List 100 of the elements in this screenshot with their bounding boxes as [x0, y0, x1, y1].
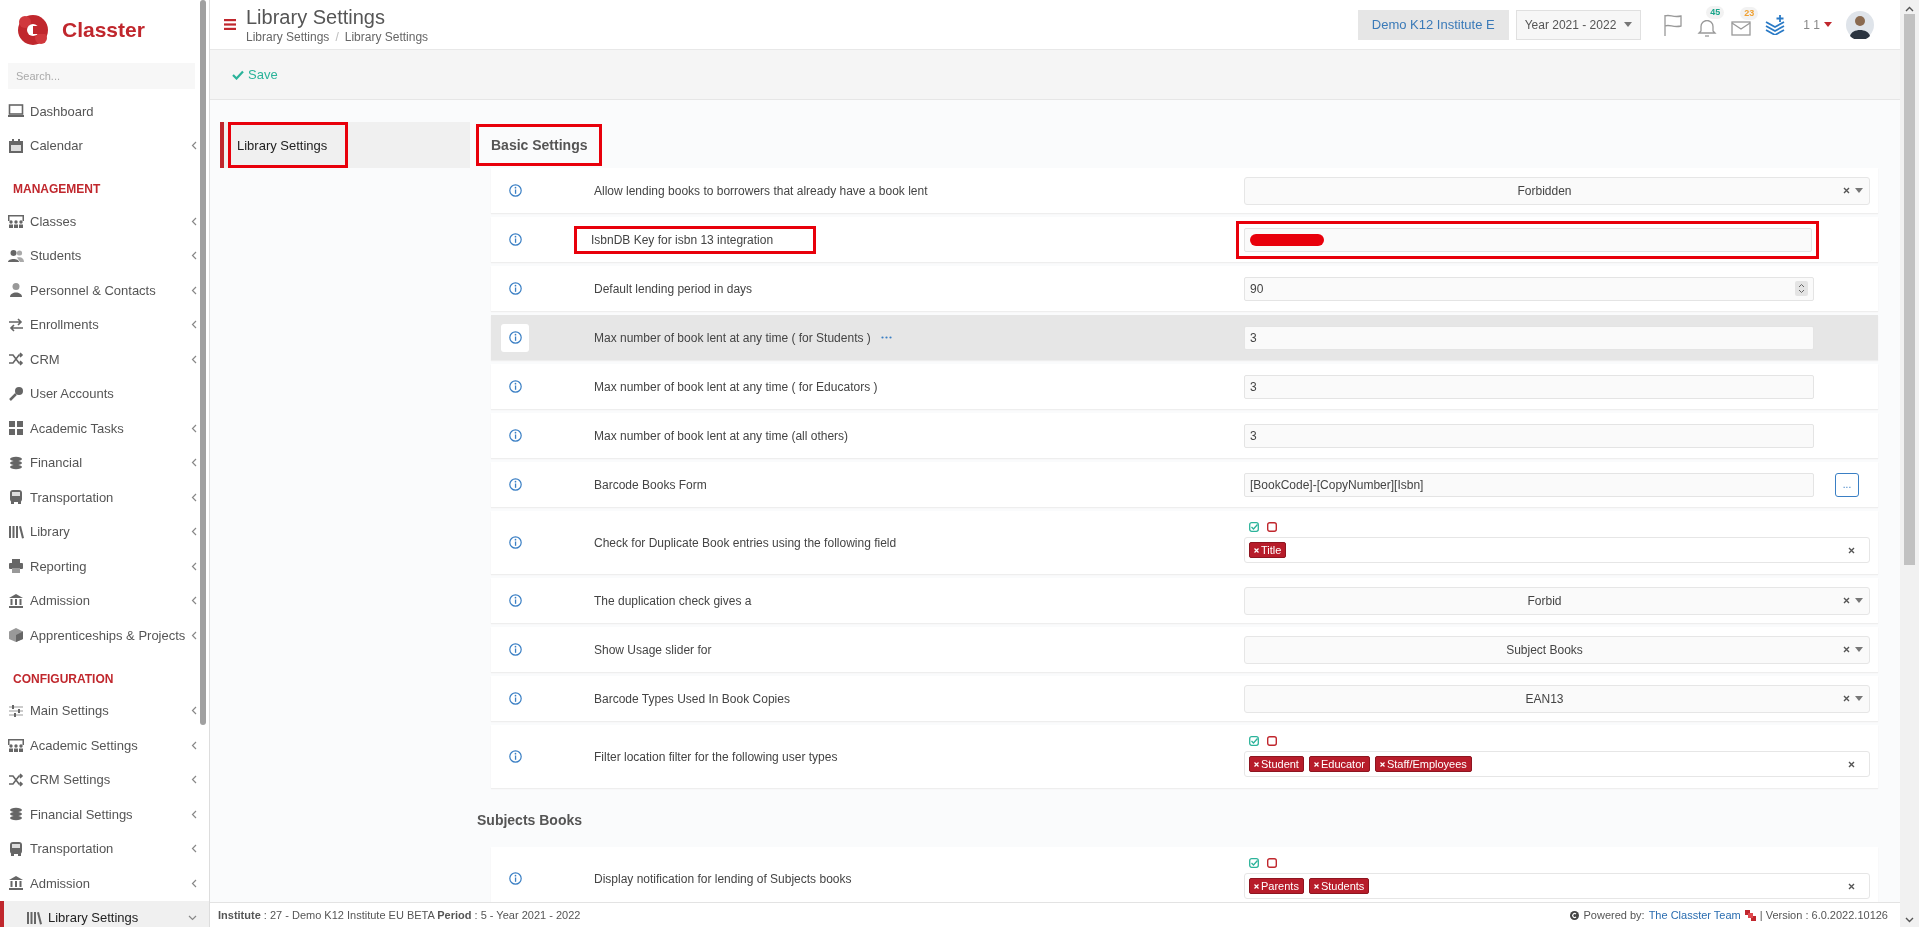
user-menu[interactable]: 1 1 — [1803, 17, 1832, 32]
checked-box-icon[interactable] — [1249, 858, 1259, 868]
chevron-left-icon — [191, 706, 197, 716]
tag-chip[interactable]: Student — [1249, 756, 1304, 772]
breadcrumb-separator: / — [335, 30, 339, 44]
info-icon — [508, 282, 522, 295]
menu-item[interactable]: Financial — [0, 445, 209, 480]
menu-item[interactable]: Dashboard — [0, 94, 209, 129]
menu-item[interactable]: Transportation — [0, 480, 209, 515]
menu-item[interactable]: Admission — [0, 583, 209, 618]
envelope-icon[interactable] — [1731, 21, 1752, 36]
avatar-icon[interactable] — [1846, 10, 1874, 39]
menu-item[interactable]: CRM Settings — [0, 762, 209, 797]
breadcrumb-link[interactable]: Library Settings — [246, 30, 330, 44]
remove-icon — [1313, 761, 1319, 767]
tag-chip[interactable]: Staff/Employees — [1374, 756, 1472, 772]
menu-item[interactable]: Library — [0, 514, 209, 549]
menu-item[interactable]: Main Settings — [0, 693, 209, 728]
caret-down-icon — [1855, 598, 1863, 603]
menu-item[interactable]: Library Settings — [0, 900, 209, 927]
clear-icon[interactable] — [1848, 882, 1855, 890]
menu-item[interactable]: Transportation — [0, 831, 209, 866]
arrows-icon — [8, 316, 24, 333]
section-heading: CONFIGURATION — [12, 670, 115, 688]
institute-button[interactable]: Demo K12 Institute E — [1357, 9, 1509, 40]
dropdown[interactable]: EAN13 — [1244, 684, 1870, 713]
chevron-left-icon — [191, 320, 197, 330]
scroll-down-icon[interactable] — [1905, 917, 1914, 923]
clear-icon[interactable] — [1843, 187, 1850, 194]
dropdown[interactable]: Subject Books — [1244, 635, 1870, 664]
clear-icon[interactable] — [1843, 695, 1850, 702]
input-field[interactable]: [BookCode]-[CopyNumber][Isbn] — [1244, 472, 1814, 497]
menu-item[interactable]: Apprenticeships & Projects — [0, 618, 209, 653]
clear-icon[interactable] — [1843, 646, 1850, 653]
input-field[interactable]: 3 — [1244, 374, 1814, 399]
clear-icon[interactable] — [1848, 760, 1855, 768]
setting-label: Max number of book lent at any time (all others) — [594, 428, 849, 443]
empty-box-icon[interactable] — [1267, 736, 1277, 746]
scrollbar-thumb[interactable] — [1904, 14, 1915, 565]
menu-icon[interactable] — [224, 19, 236, 30]
dropdown[interactable]: Forbid — [1244, 586, 1870, 615]
empty-box-icon[interactable] — [1267, 522, 1277, 532]
input-field[interactable]: 3 — [1244, 423, 1814, 448]
empty-box-icon[interactable] — [1267, 858, 1277, 868]
menu-item[interactable]: Personnel & Contacts — [0, 273, 209, 308]
section-heading: MANAGEMENT — [12, 181, 102, 198]
info-icon — [508, 536, 522, 549]
checked-box-icon[interactable] — [1249, 736, 1259, 746]
year-dropdown[interactable]: Year 2021 - 2022 — [1515, 9, 1642, 40]
tag-chip[interactable]: Parents — [1249, 878, 1304, 894]
tag-field[interactable]: Student Educator Staff/Employees — [1244, 751, 1870, 777]
input-field[interactable]: 3 — [1244, 325, 1814, 350]
spinner-icon[interactable] — [1795, 281, 1808, 296]
scrollbar-thumb[interactable] — [200, 0, 206, 725]
menu-item[interactable]: User Accounts — [0, 376, 209, 411]
chevron-down-icon — [188, 914, 197, 921]
info-button[interactable] — [501, 323, 529, 352]
tag-chip[interactable]: Students — [1308, 878, 1370, 894]
setting-label: Allow lending books to borrowers that already have a book lent — [594, 183, 928, 198]
menu-item[interactable]: Enrollments — [0, 307, 209, 342]
flag-icon[interactable] — [1663, 13, 1684, 36]
tag-chip[interactable]: Educator — [1308, 756, 1370, 772]
tag-field[interactable]: Parents Students — [1244, 873, 1870, 899]
info-icon — [508, 331, 522, 344]
info-icon — [508, 872, 522, 885]
menu-item[interactable]: Academic Settings — [0, 728, 209, 763]
logo-icon — [1744, 909, 1756, 921]
layers-plus-icon[interactable] — [1765, 14, 1786, 35]
input-field[interactable] — [1244, 227, 1812, 252]
footer-info: Institute : 27 - Demo K12 Institute EU BETA Period : 5 - Year 2021 - 2022 — [218, 909, 581, 921]
setting-label: Default lending period in days — [594, 281, 753, 296]
tab-label: Library Settings — [237, 137, 328, 153]
person-icon — [8, 282, 24, 299]
menu-item[interactable]: Financial Settings — [0, 797, 209, 832]
menu-item[interactable]: Calendar — [0, 128, 209, 163]
team-link[interactable]: The Classter Team — [1648, 909, 1741, 921]
settings-tab[interactable]: Library Settings — [220, 122, 470, 168]
clear-icon[interactable] — [1843, 597, 1850, 604]
menu-item[interactable]: Admission — [0, 866, 209, 901]
info-icon — [508, 429, 522, 442]
bell-icon[interactable] — [1697, 20, 1718, 37]
clear-icon[interactable] — [1848, 546, 1855, 554]
menu-item[interactable]: Reporting — [0, 549, 209, 584]
tag-field[interactable]: Title — [1244, 537, 1870, 563]
breadcrumb-link[interactable]: Library Settings — [344, 30, 429, 44]
tag-chip[interactable]: Title — [1249, 542, 1287, 558]
menu-item[interactable]: Classes — [0, 204, 209, 239]
browse-button[interactable]: ... — [1835, 472, 1859, 497]
menu-item[interactable]: CRM — [0, 342, 209, 377]
more-icon[interactable] — [880, 336, 892, 339]
printer-icon — [8, 558, 24, 575]
info-icon — [508, 750, 522, 763]
checked-box-icon[interactable] — [1249, 522, 1259, 532]
chevron-left-icon — [191, 216, 197, 226]
number-field[interactable]: 90 — [1244, 276, 1814, 301]
menu-item[interactable]: Students — [0, 238, 209, 273]
scroll-up-icon[interactable] — [1905, 6, 1914, 12]
chevron-left-icon — [191, 561, 197, 571]
menu-item[interactable]: Academic Tasks — [0, 411, 209, 446]
dropdown[interactable]: Forbidden — [1244, 176, 1870, 205]
